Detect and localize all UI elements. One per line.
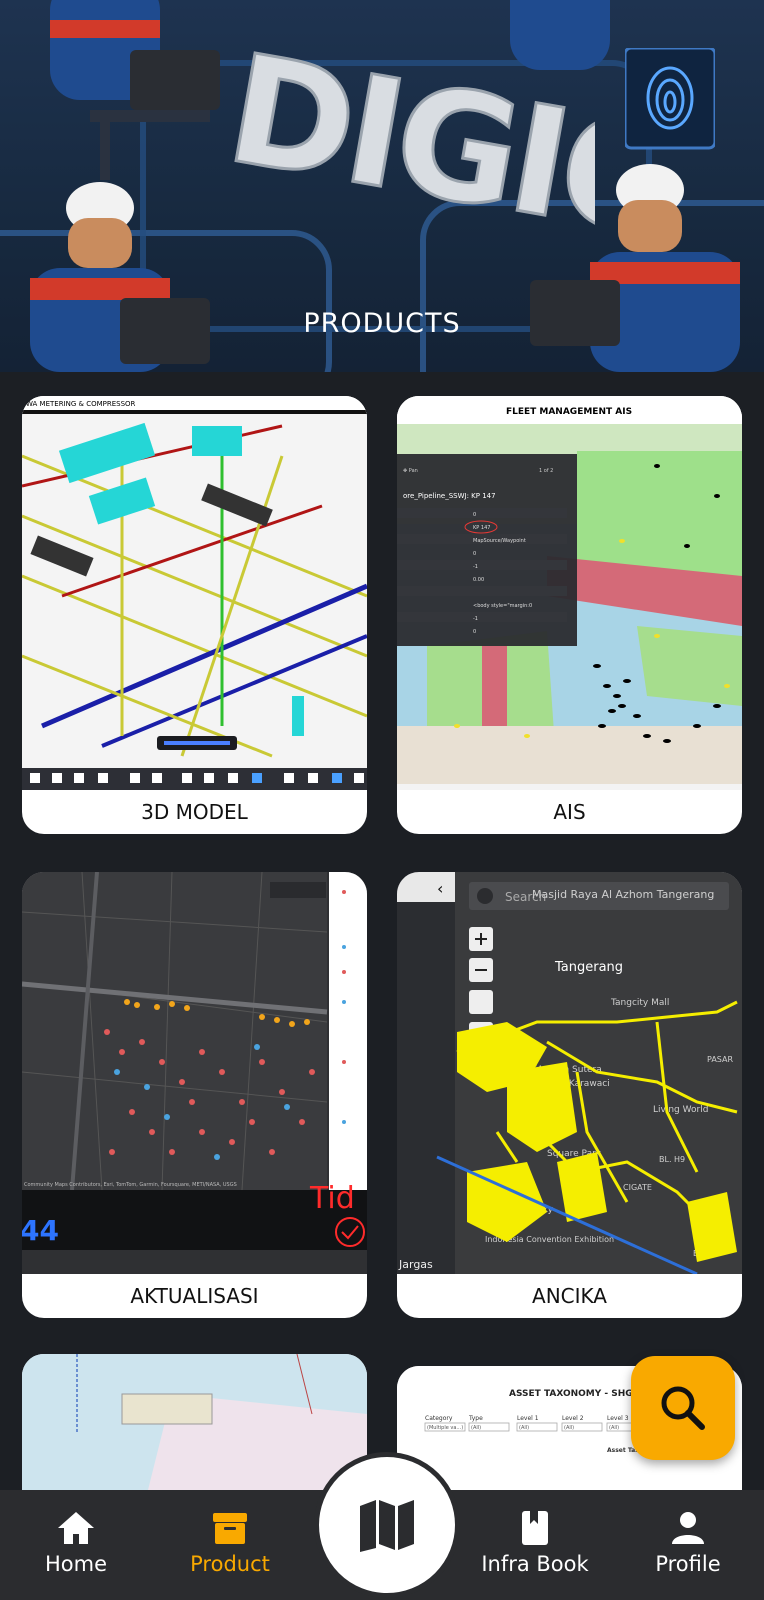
product-label-ais: AIS (553, 800, 586, 824)
product-card-partial-map[interactable] (22, 1354, 367, 1490)
ancika-place-label: Living World (653, 1105, 708, 1115)
ais-map-preview: FLEET MANAGEMENT AIS ✥ Pan 1 of 2 ore_Pi… (397, 396, 742, 790)
search-button[interactable] (631, 1356, 735, 1460)
ais-popup-row: MapSource/Waypoint (473, 538, 526, 544)
ancika-place-label: PASAR (707, 1055, 733, 1064)
ancika-place-label: Masjid Raya Al Azhom Tangerang (532, 888, 714, 901)
search-icon (661, 1386, 705, 1430)
nav-item-infra-book[interactable]: Infra Book (465, 1508, 605, 1576)
nav-label: Product (190, 1552, 270, 1576)
asset-taxonomy-filter: Type (468, 1415, 483, 1422)
nav-label: Home (44, 1552, 107, 1576)
ais-popup-row: <body style="margin:0 (473, 603, 532, 609)
asset-taxonomy-filter: Level 3 (607, 1415, 629, 1422)
nav-item-home[interactable]: Home (6, 1508, 146, 1576)
aktualisasi-stat-value: 44 (22, 1214, 59, 1247)
ancika-place-label: Tangerang (554, 960, 623, 975)
worker-illustration (50, 0, 220, 180)
hero-banner: DIGIO PRODUCTS (0, 0, 764, 372)
asset-taxonomy-filter-value: (All) (609, 1425, 619, 1431)
ancika-place-label: BL. H9 (659, 1155, 685, 1164)
map-preview (22, 1354, 367, 1490)
ais-popup-row: -1 (473, 564, 478, 570)
svg-text:‹: ‹ (437, 879, 443, 898)
aktualisasi-map-preview: Community Maps Contributors, Esri, TomTo… (22, 872, 367, 1274)
asset-taxonomy-filter: Category (425, 1415, 453, 1422)
nav-label: Profile (655, 1552, 721, 1576)
hero-title: PRODUCTS (303, 308, 461, 339)
product-card-aktualisasi[interactable]: Community Maps Contributors, Esri, TomTo… (22, 872, 367, 1318)
product-grid[interactable]: WA METERING & COMPRESSOR 3D MODEL FLEET … (0, 372, 764, 1490)
worker-illustration (30, 182, 210, 372)
asset-taxonomy-filter-value: (Multiple va...) (427, 1425, 463, 1431)
product-card-ais[interactable]: FLEET MANAGEMENT AIS ✥ Pan 1 of 2 ore_Pi… (397, 396, 742, 834)
book-icon (522, 1511, 548, 1545)
3d-model-caption: WA METERING & COMPRESSOR (26, 400, 136, 408)
nav-item-profile[interactable]: Profile (618, 1508, 758, 1576)
ancika-place-label: Jargas (398, 1258, 433, 1271)
product-label-ancika: ANCIKA (532, 1284, 607, 1308)
ais-popup-row: 0 (473, 551, 476, 557)
asset-taxonomy-filter: Level 2 (562, 1415, 584, 1422)
ancika-place-label: Tangcity Mall (610, 998, 669, 1008)
map-center-button[interactable] (314, 1452, 460, 1598)
ais-popup-row: -1 (473, 616, 478, 622)
ais-popup-title: ore_Pipeline_SSWJ: KP 147 (403, 492, 496, 500)
ais-popup-pager: 1 of 2 (539, 468, 553, 474)
asset-taxonomy-filter: Level 1 (517, 1415, 539, 1422)
asset-taxonomy-filter-value: (All) (471, 1425, 481, 1431)
product-label-aktualisasi: AKTUALISASI (130, 1284, 259, 1308)
svg-text:DIGIO: DIGIO (216, 40, 595, 273)
ais-popup-row: 0 (473, 512, 476, 518)
ais-popup-row: 0 (473, 629, 476, 635)
3d-model-preview: WA METERING & COMPRESSOR (22, 396, 367, 790)
aktualisasi-attribution: Community Maps Contributors, Esri, TomTo… (24, 1182, 237, 1188)
ancika-place-label: CIGATE (623, 1183, 652, 1192)
product-card-ancika[interactable]: ‹ Search Masjid Raya Al Azhom Tangerang … (397, 872, 742, 1318)
ais-popup-row: KP 147 (473, 525, 490, 531)
asset-taxonomy-caption: ASSET TAXONOMY - SHG (509, 1389, 633, 1399)
asset-taxonomy-filter-value: (All) (519, 1425, 529, 1431)
svg-text:✥ Pan: ✥ Pan (403, 468, 418, 474)
map-icon (360, 1500, 414, 1552)
asset-taxonomy-filter-value: (All) (564, 1425, 574, 1431)
ancika-map-preview: ‹ Search Masjid Raya Al Azhom Tangerang … (397, 872, 742, 1274)
product-label-3d-model: 3D MODEL (141, 800, 248, 824)
product-card-3d-model[interactable]: WA METERING & COMPRESSOR 3D MODEL (22, 396, 367, 834)
ais-popup-row: 0.00 (473, 577, 484, 583)
nav-label: Infra Book (481, 1552, 589, 1576)
nav-item-product[interactable]: Product (160, 1508, 300, 1576)
digio-logo: DIGIO (215, 40, 595, 275)
ais-caption: FLEET MANAGEMENT AIS (506, 407, 632, 417)
home-icon (58, 1512, 94, 1544)
fingerprint-screen-icon (625, 48, 715, 150)
person-icon (672, 1512, 704, 1544)
archive-box-icon (213, 1513, 247, 1544)
aktualisasi-stat-text: Tid (309, 1181, 355, 1216)
